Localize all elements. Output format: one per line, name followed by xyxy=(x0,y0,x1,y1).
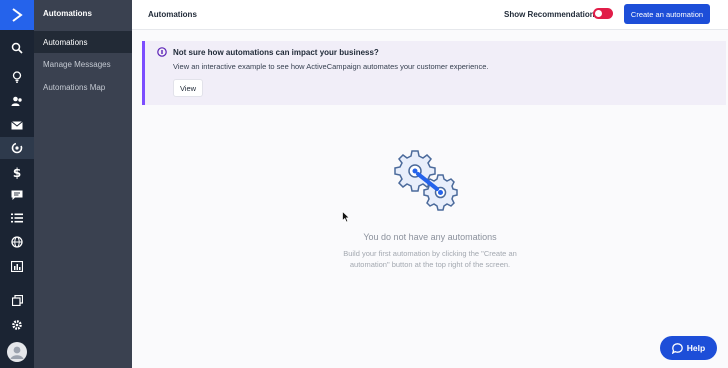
top-bar: Automations Show Recommendations Create … xyxy=(132,0,728,30)
empty-state-title: You do not have any automations xyxy=(363,232,497,242)
site-icon[interactable] xyxy=(0,231,34,253)
automations-subnav: Automations Automations Manage Messages … xyxy=(34,0,132,368)
subnav-item-manage-messages[interactable]: Manage Messages xyxy=(34,53,132,75)
lists-icon[interactable] xyxy=(0,207,34,229)
help-label: Help xyxy=(686,343,706,353)
lightbulb-icon xyxy=(157,47,167,57)
lightbulb-icon[interactable] xyxy=(0,66,34,88)
subnav-title: Automations xyxy=(43,9,92,18)
banner-text: View an interactive example to see how A… xyxy=(173,62,489,71)
show-recommendations-toggle[interactable] xyxy=(593,8,613,19)
contacts-icon[interactable] xyxy=(0,90,34,112)
svg-text:$: $ xyxy=(13,166,21,179)
reports-icon[interactable] xyxy=(0,255,34,277)
logo-icon[interactable] xyxy=(0,0,34,30)
subnav-item-automations-map[interactable]: Automations Map xyxy=(34,76,132,98)
info-banner: Not sure how automations can impact your… xyxy=(142,41,726,105)
chat-bubble-icon xyxy=(671,342,683,354)
subnav-item-automations[interactable]: Automations xyxy=(34,31,132,53)
show-recommendations-label: Show Recommendations xyxy=(504,10,600,19)
create-automation-button[interactable]: Create an automation xyxy=(624,4,710,24)
mouse-cursor-icon xyxy=(342,211,350,223)
conversations-icon[interactable] xyxy=(0,184,34,206)
main-content: Automations Show Recommendations Create … xyxy=(132,0,728,368)
toggle-knob xyxy=(595,10,602,17)
icon-rail: $ xyxy=(0,0,34,368)
campaigns-icon[interactable] xyxy=(0,114,34,136)
deals-icon[interactable]: $ xyxy=(0,161,34,183)
gears-illustration-icon xyxy=(394,150,458,211)
automations-icon[interactable] xyxy=(0,137,34,159)
settings-icon[interactable] xyxy=(0,314,34,336)
avatar-icon[interactable] xyxy=(0,341,34,363)
view-button[interactable]: View xyxy=(173,79,203,97)
banner-title: Not sure how automations can impact your… xyxy=(173,48,379,57)
page-title: Automations xyxy=(148,10,197,19)
search-icon[interactable] xyxy=(0,37,34,59)
pages-icon[interactable] xyxy=(0,289,34,311)
help-button[interactable]: Help xyxy=(660,336,717,360)
empty-state-description: Build your first automation by clicking … xyxy=(343,249,517,269)
